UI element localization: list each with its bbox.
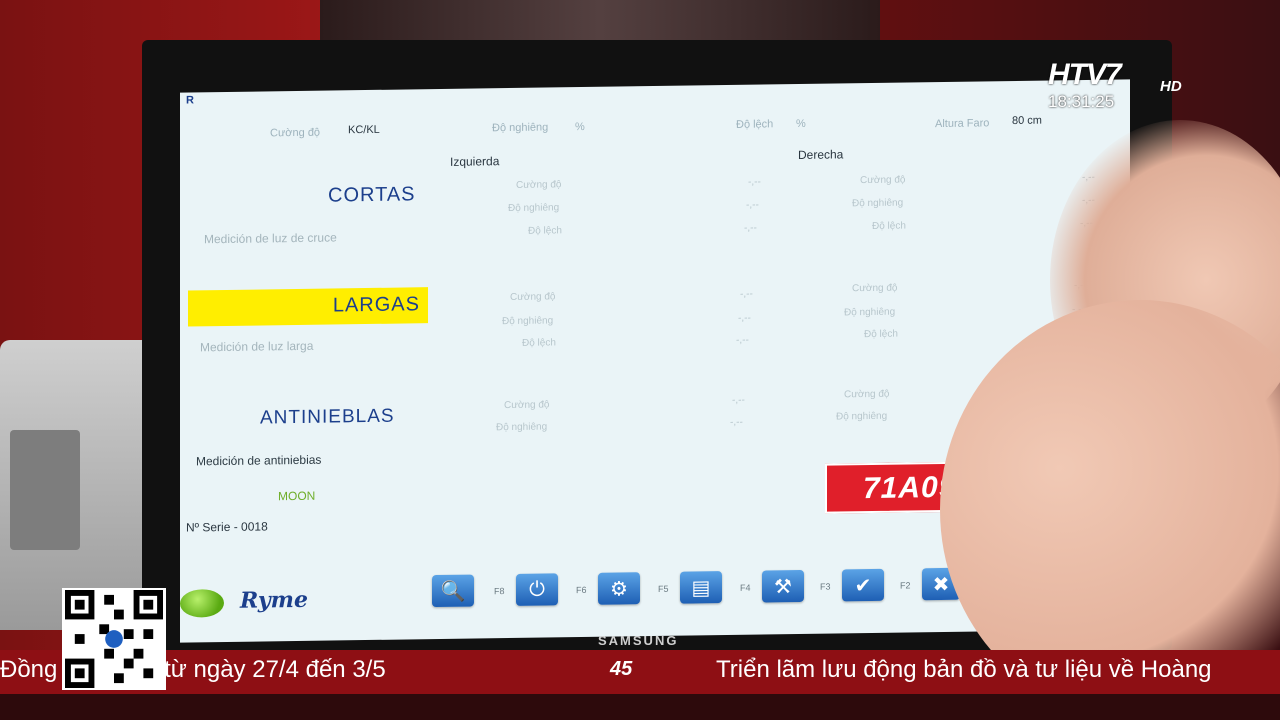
- antinieblas-left-row-2: Độ nghiêng: [496, 421, 548, 434]
- print-button[interactable]: ▤: [680, 571, 722, 604]
- cortas-left-val-3: -,--: [744, 222, 757, 234]
- checkbox-antinieblas[interactable]: Medición de antiniebias: [196, 453, 321, 469]
- broadcast-time: 18:31:25: [1048, 92, 1115, 111]
- cortas-left-val-1: -,--: [748, 176, 761, 188]
- largas-right-row-2: Độ nghiêng: [844, 306, 896, 319]
- largas-left-row-1: Cường độ: [510, 291, 556, 304]
- check-icon: ✔: [854, 574, 872, 597]
- header-altura-value: 80 cm: [1012, 114, 1042, 128]
- key-f4: F4: [740, 582, 751, 593]
- hd-badge: HD: [1160, 78, 1182, 95]
- header-cuong-do-unit: KC/KL: [348, 123, 380, 137]
- gear-icon: ⚙: [610, 577, 628, 601]
- key-f6: F6: [576, 584, 587, 596]
- monitor-brand: SAMSUNG: [598, 633, 679, 648]
- key-f2: F2: [900, 580, 911, 591]
- brand-logo: Ryme: [240, 586, 308, 614]
- cortas-right-row-2: Độ nghiêng: [852, 197, 904, 210]
- ticker-badge: 45: [610, 658, 633, 680]
- power-icon: ⏻: [529, 578, 545, 601]
- channel-logo: HTV7 HD 18:31:25: [1048, 58, 1182, 111]
- antinieblas-right-row-2: Độ nghiêng: [836, 410, 888, 423]
- qr-code: [62, 588, 166, 690]
- checkbox-largas[interactable]: Medición de luz larga: [200, 339, 313, 355]
- checkbox-cortas[interactable]: Medición de luz de cruce: [204, 230, 337, 246]
- qr-code-pattern: [65, 590, 163, 688]
- column-left-label: Izquierda: [450, 154, 500, 169]
- cortas-right-row-1: Cường độ: [860, 174, 906, 187]
- cortas-left-row-2: Độ nghiêng: [508, 202, 560, 215]
- status-led-icon: [180, 589, 224, 618]
- column-right-label: Derecha: [798, 147, 844, 163]
- antinieblas-right-row-1: Cường độ: [844, 388, 890, 401]
- largas-left-row-2: Độ nghiêng: [502, 315, 554, 328]
- cortas-left-row-1: Cường độ: [516, 179, 562, 191]
- ticker-left-text: Đồng 2 diễn ra từ ngày 27/4 đến 3/5: [0, 656, 386, 683]
- largas-left-row-3: Độ lệch: [522, 337, 556, 349]
- largas-left-val-1: -,--: [740, 288, 753, 300]
- settings-button[interactable]: ⚙: [598, 572, 640, 605]
- header-cuong-do-label: Cường độ: [270, 126, 321, 140]
- channel-name: HTV7: [1048, 58, 1122, 91]
- cortas-left-val-2: -,--: [746, 199, 759, 211]
- header-do-lech-unit: %: [796, 117, 806, 131]
- serial-number: Nº Serie - 0018: [186, 519, 268, 535]
- header-altura-label: Altura Faro: [935, 117, 990, 131]
- news-ticker: Đồng 2 diễn ra từ ngày 27/4 đến 3/5 45 T…: [0, 650, 1280, 694]
- largas-right-row-3: Độ lệch: [864, 328, 898, 341]
- power-button[interactable]: ⏻: [516, 573, 558, 606]
- antinieblas-left-val-2: -,--: [730, 416, 743, 428]
- header-do-nghieng-label: Độ nghiêng: [492, 121, 549, 135]
- tools-button[interactable]: ⚒: [762, 569, 804, 603]
- moon-label: MOON: [278, 488, 316, 504]
- antinieblas-left-val-1: -,--: [732, 394, 745, 406]
- key-f8: F8: [494, 586, 505, 597]
- printer-device: [0, 340, 160, 630]
- section-title-largas-highlight: LARGAS: [188, 287, 428, 327]
- tools-icon: ⚒: [774, 575, 792, 598]
- background-person: [320, 0, 880, 40]
- key-f3: F3: [820, 581, 831, 592]
- ticker-right-text: Triển lãm lưu động bản đồ và tư liệu về …: [716, 656, 1212, 683]
- confirm-button[interactable]: ✔: [842, 568, 884, 602]
- section-title-antinieblas: ANTINIEBLAS: [260, 405, 395, 429]
- header-do-nghieng-unit: %: [575, 120, 585, 134]
- key-f5: F5: [658, 583, 669, 594]
- section-title-largas: LARGAS: [332, 293, 420, 317]
- bottom-strip: [0, 694, 1280, 720]
- cortas-right-row-3: Độ lệch: [872, 220, 906, 232]
- close-icon: ✖: [932, 573, 950, 596]
- search-button[interactable]: 🔍: [432, 574, 474, 608]
- largas-left-val-2: -,--: [738, 312, 751, 324]
- largas-right-row-1: Cường độ: [852, 282, 898, 295]
- printer-icon: ▤: [691, 576, 711, 599]
- cortas-left-row-3: Độ lệch: [528, 225, 562, 237]
- section-title-cortas: CORTAS: [328, 183, 416, 207]
- largas-left-val-3: -,--: [736, 334, 749, 346]
- corner-letter: R: [186, 94, 194, 107]
- search-icon: 🔍: [440, 580, 466, 603]
- header-do-lech-label: Độ lệch: [736, 118, 774, 131]
- antinieblas-left-row-1: Cường độ: [504, 399, 550, 412]
